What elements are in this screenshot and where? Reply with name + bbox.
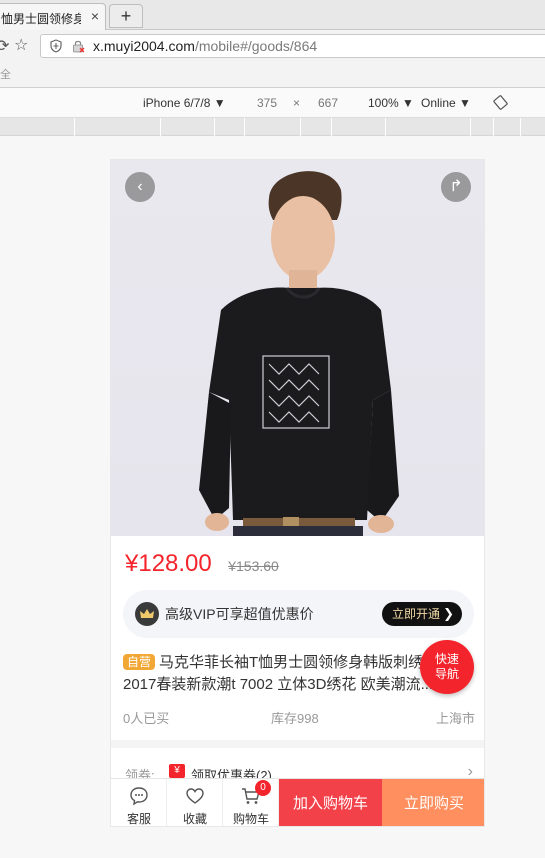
cart-count-badge: 0 xyxy=(255,780,271,796)
device-select[interactable]: iPhone 6/7/8 ▼ xyxy=(143,96,226,110)
original-price: ¥153.60 xyxy=(228,558,279,574)
bookmark-bar-label: 全 xyxy=(0,69,11,81)
favorite-label: 收藏 xyxy=(182,812,207,826)
quick-nav-button[interactable]: 快速 导航 xyxy=(420,640,474,694)
media-query-ruler xyxy=(0,118,545,136)
back-button[interactable]: ‹ xyxy=(125,172,155,202)
title-line-1-text: 马克华菲长袖T恤男士圆领修身韩版刺绣 xyxy=(159,654,424,671)
current-price: ¥128.00 xyxy=(125,550,212,577)
buy-now-button[interactable]: 立即购买 xyxy=(382,779,484,826)
browser-tab[interactable]: 恤男士圆领修身 × xyxy=(0,3,106,30)
product-image[interactable]: ‹ ↱ xyxy=(111,160,484,536)
buyers-count: 0人已买 xyxy=(123,711,170,726)
self-operated-badge: 自营 xyxy=(123,654,156,670)
reload-icon[interactable]: ⟳ xyxy=(0,36,9,56)
rotate-icon[interactable] xyxy=(493,95,508,110)
viewport-height-input[interactable]: 667 xyxy=(318,96,338,110)
dimension-separator: × xyxy=(293,96,301,110)
vip-activate-label: 立即开通 xyxy=(392,607,441,621)
star-icon[interactable]: ☆ xyxy=(14,35,28,55)
url-text: x.muyi2004.com/mobile#/goods/864 xyxy=(93,38,317,54)
price-row: ¥128.00 ¥153.60 xyxy=(125,550,279,578)
tab-close-icon[interactable]: × xyxy=(91,8,99,24)
stock-count: 库存998 xyxy=(271,711,319,726)
quick-nav-label-1: 快速 xyxy=(434,652,459,666)
tab-strip: 恤男士圆领修身 × + xyxy=(0,0,545,30)
vip-banner[interactable]: 高级VIP可享超值优惠价 立即开通 ❯ xyxy=(123,590,474,638)
address-bar-area: ⟳ ☆ x.muyi2004.com/mobile#/goods/864 全 xyxy=(0,30,545,88)
url-field[interactable]: x.muyi2004.com/mobile#/goods/864 xyxy=(40,34,545,58)
cart-label: 购物车 xyxy=(232,812,269,826)
url-path: /mobile#/goods/864 xyxy=(194,38,318,54)
browser-window: 恤男士圆领修身 × + ⟳ ☆ x.muyi2004.com/mobile#/g… xyxy=(0,0,545,858)
model-photo xyxy=(111,160,484,536)
device-toolbar: iPhone 6/7/8 ▼ 375 × 667 100% ▼ Online ▼ xyxy=(0,88,545,118)
tab-title: 恤男士圆领修身 xyxy=(1,12,81,26)
section-divider xyxy=(111,740,484,748)
ship-from-location: 上海市 xyxy=(435,711,475,726)
vip-activate-button[interactable]: 立即开通 ❯ xyxy=(382,602,462,626)
shield-icon xyxy=(50,39,62,53)
new-tab-button[interactable]: + xyxy=(109,4,143,28)
favorite-button[interactable]: 收藏 xyxy=(167,779,223,826)
url-host: x.muyi2004.com xyxy=(93,38,195,54)
stats-row: 0人已买 库存998 上海市 xyxy=(123,708,475,726)
bottom-action-bar: 客服 收藏 0 购物车 加入购物车 立即购买 xyxy=(111,778,484,826)
share-button[interactable]: ↱ xyxy=(441,172,471,202)
insecure-lock-icon[interactable] xyxy=(71,39,85,53)
chevron-right-icon: ❯ xyxy=(443,606,454,621)
mobile-viewport: ‹ ↱ ¥128.00 ¥153.60 高级VIP可享超值优惠价 立即开通 ❯ … xyxy=(110,159,485,827)
chevron-left-icon: ‹ xyxy=(137,178,143,195)
service-label: 客服 xyxy=(126,812,151,826)
coupon-icon: ¥ xyxy=(169,764,185,778)
crown-icon xyxy=(135,602,159,626)
share-icon: ↱ xyxy=(449,178,463,195)
chat-icon xyxy=(130,787,148,806)
zoom-select[interactable]: 100% ▼ xyxy=(368,96,414,110)
viewport-width-input[interactable]: 375 xyxy=(257,96,277,110)
service-button[interactable]: 客服 xyxy=(111,779,167,826)
vip-text: 高级VIP可享超值优惠价 xyxy=(165,606,314,622)
add-to-cart-button[interactable]: 加入购物车 xyxy=(279,779,382,826)
cart-button[interactable]: 0 购物车 xyxy=(223,779,279,826)
heart-icon xyxy=(186,788,204,804)
network-select[interactable]: Online ▼ xyxy=(421,96,471,110)
quick-nav-label-2: 导航 xyxy=(434,667,459,681)
